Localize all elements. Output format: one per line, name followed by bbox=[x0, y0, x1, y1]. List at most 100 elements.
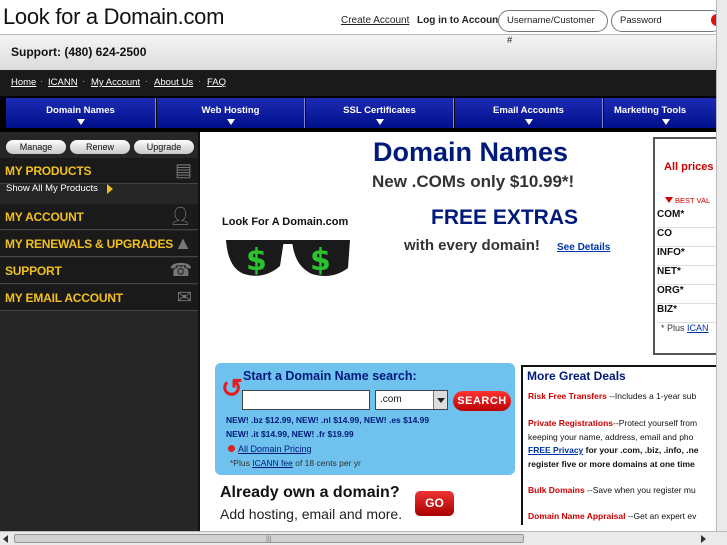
create-account-link[interactable]: Create Account bbox=[341, 15, 409, 26]
svg-text:$: $ bbox=[246, 243, 267, 278]
deal-head: Domain Name Appraisal bbox=[528, 511, 626, 521]
icann-link[interactable]: ICAN bbox=[687, 323, 709, 333]
down-triangle-icon bbox=[665, 197, 673, 203]
icann-fee-note: *Plus ICANN fee of 18 cents per yr bbox=[230, 458, 361, 468]
deal-text: register five or more domains at one tim… bbox=[528, 459, 695, 469]
grip-icon: ||| bbox=[266, 536, 272, 543]
deal-head: Private Registrations bbox=[528, 418, 614, 428]
sidebar-item-my-account[interactable]: MY ACCOUNT 👤︎ bbox=[0, 204, 198, 230]
chevron-down-icon bbox=[661, 119, 670, 125]
tld-selected-value: .com bbox=[380, 394, 402, 405]
deal-text-line: keeping your name, address, email and ph… bbox=[528, 432, 693, 442]
sidebar-item-renewals[interactable]: MY RENEWALS & UPGRADES ▲ bbox=[0, 231, 198, 257]
deal-text: --Save when you register mu bbox=[584, 485, 696, 495]
link-separator: · bbox=[198, 76, 202, 87]
brand-label: Look For A Domain.com bbox=[222, 216, 349, 228]
tab-email-accounts[interactable]: Email Accounts bbox=[455, 98, 603, 128]
add-hosting-text: Add hosting, email and more. bbox=[220, 506, 403, 522]
link-separator: · bbox=[40, 76, 44, 87]
deals-title: More Great Deals bbox=[527, 369, 626, 383]
site-logo[interactable]: Look for a Domain.com bbox=[3, 4, 224, 30]
tld-select[interactable]: .com bbox=[375, 390, 448, 410]
phone-icon: ☎ bbox=[169, 260, 192, 280]
page-title: Domain Names bbox=[373, 137, 569, 167]
support-phone: Support: (480) 624-2500 bbox=[11, 45, 147, 59]
already-own-heading: Already own a domain? bbox=[220, 484, 400, 501]
link-icann[interactable]: ICANN bbox=[48, 77, 78, 88]
main-nav: Domain Names Web Hosting SSL Certificate… bbox=[0, 96, 727, 132]
link-home[interactable]: Home bbox=[11, 77, 36, 88]
curved-arrow-icon: ↺ bbox=[221, 373, 243, 403]
deal-risk-free-transfers[interactable]: Risk Free Transfers --Includes a 1-year … bbox=[528, 391, 696, 401]
search-button[interactable]: SEARCH bbox=[453, 391, 511, 411]
chevron-down-icon bbox=[433, 391, 447, 409]
upgrade-button[interactable]: Upgrade bbox=[134, 140, 194, 154]
sidebar-item-support[interactable]: SUPPORT ☎ bbox=[0, 258, 198, 284]
password-field[interactable]: Password bbox=[611, 10, 723, 32]
link-faq[interactable]: FAQ bbox=[207, 77, 226, 88]
chevron-down-icon bbox=[226, 119, 235, 125]
new-tlds-line-1: NEW! .bz $12.99, NEW! .nl $14.99, NEW! .… bbox=[226, 415, 430, 425]
see-details-link[interactable]: See Details bbox=[557, 242, 610, 253]
sidebar-item-email-account[interactable]: MY EMAIL ACCOUNT ✉ bbox=[0, 285, 198, 311]
renew-button[interactable]: Renew bbox=[70, 140, 130, 154]
link-my-account[interactable]: My Account bbox=[91, 77, 140, 88]
vertical-scrollbar[interactable] bbox=[716, 0, 727, 531]
search-title: Start a Domain Name search: bbox=[243, 369, 417, 383]
all-domain-pricing-link[interactable]: All Domain Pricing bbox=[238, 444, 312, 454]
new-tlds-line-2: NEW! .it $14.99, NEW! .fr $19.99 bbox=[226, 429, 354, 439]
go-button[interactable]: GO bbox=[415, 491, 454, 516]
deal-head: Bulk Domains bbox=[528, 485, 585, 495]
tab-label: SSL Certificates bbox=[343, 105, 416, 116]
prices-heading: All prices bbox=[664, 161, 714, 173]
deal-free-privacy[interactable]: FREE Privacy for your .com, .biz, .info,… bbox=[528, 445, 699, 455]
scroll-right-icon[interactable] bbox=[701, 535, 706, 543]
page: Look for a Domain.com Support: (480) 624… bbox=[0, 0, 727, 545]
username-field[interactable]: Username/Customer # bbox=[498, 10, 608, 46]
deal-head: Risk Free Transfers bbox=[528, 391, 607, 401]
manage-button[interactable]: Manage bbox=[6, 140, 66, 154]
domain-search-input[interactable] bbox=[242, 390, 370, 410]
link-separator: · bbox=[82, 76, 86, 87]
sidebar-item-label: MY ACCOUNT bbox=[5, 210, 84, 224]
bullet-icon bbox=[228, 445, 235, 452]
tab-label: Marketing Tools bbox=[614, 105, 687, 116]
deal-domain-appraisal[interactable]: Domain Name Appraisal --Get an expert ev bbox=[528, 511, 696, 521]
tab-domain-names[interactable]: Domain Names bbox=[6, 98, 156, 128]
user-icon: 👤︎ bbox=[169, 206, 192, 226]
sidebar-item-my-products[interactable]: MY PRODUCTS ▤ bbox=[0, 158, 198, 184]
dollar-sunglasses-icon: $ $ bbox=[226, 240, 350, 278]
deal-text: --Get an expert ev bbox=[625, 511, 697, 521]
products-icon: ▤ bbox=[174, 160, 192, 180]
free-extras-heading: FREE EXTRAS bbox=[431, 206, 579, 229]
deal-text: --Protect yourself from bbox=[613, 418, 698, 428]
tab-marketing-tools[interactable]: Marketing Tools bbox=[604, 98, 727, 128]
fee-suffix: of 18 cents per yr bbox=[295, 458, 361, 468]
tab-label: Domain Names bbox=[46, 105, 115, 116]
horizontal-scrollbar[interactable]: ||| bbox=[0, 531, 727, 545]
promo-subtitle: New .COMs only $10.99*! bbox=[372, 172, 575, 191]
deal-text: for your .com, .biz, .info, .ne bbox=[583, 445, 699, 455]
show-all-products-link[interactable]: Show All My Products bbox=[6, 183, 98, 194]
fee-prefix: *Plus bbox=[230, 458, 250, 468]
tab-web-hosting[interactable]: Web Hosting bbox=[157, 98, 305, 128]
free-privacy-link[interactable]: FREE Privacy bbox=[528, 445, 583, 455]
login-label: Log in to Account: bbox=[417, 15, 505, 26]
chevron-down-icon bbox=[76, 119, 85, 125]
tab-ssl-certificates[interactable]: SSL Certificates bbox=[306, 98, 454, 128]
sidebar-item-label: MY RENEWALS & UPGRADES bbox=[5, 237, 174, 251]
support-bar: Support: (480) 624-2500 bbox=[0, 34, 727, 70]
deal-bulk-domains[interactable]: Bulk Domains --Save when you register mu bbox=[528, 485, 696, 495]
prices-footnote: * Plus ICAN bbox=[661, 323, 709, 333]
envelope-icon: ✉ bbox=[176, 287, 192, 307]
icann-fee-link[interactable]: ICANN fee bbox=[252, 458, 293, 468]
deal-text: --Includes a 1-year sub bbox=[606, 391, 697, 401]
scroll-left-icon[interactable] bbox=[3, 535, 8, 543]
sidebar-item-label: MY PRODUCTS bbox=[5, 164, 92, 178]
sidebar-item-label: MY EMAIL ACCOUNT bbox=[5, 291, 123, 305]
link-about-us[interactable]: About Us bbox=[154, 77, 193, 88]
sidebar-item-label: SUPPORT bbox=[5, 264, 62, 278]
upgrade-arrow-icon: ▲ bbox=[174, 233, 192, 253]
deal-private-registrations[interactable]: Private Registrations--Protect yourself … bbox=[528, 418, 697, 428]
best-value-text: BEST VAL bbox=[675, 196, 711, 205]
